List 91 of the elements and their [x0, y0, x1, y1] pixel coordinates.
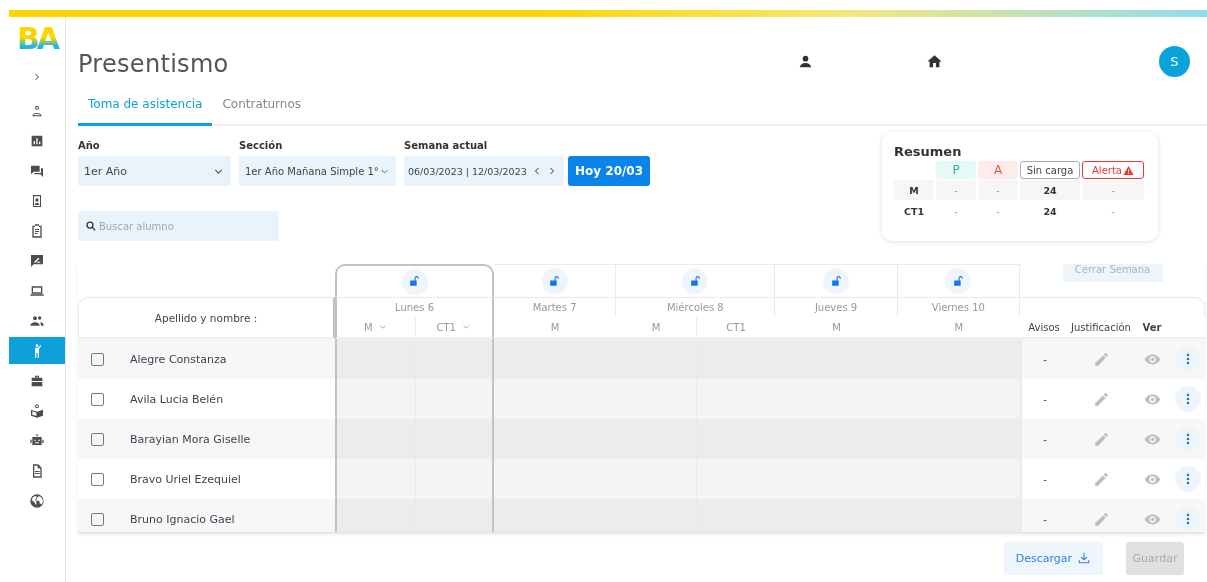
lock-button[interactable]: [823, 268, 849, 294]
clipboard-icon: [29, 222, 45, 239]
summary-row-label: CT1: [902, 204, 926, 219]
edit-icon[interactable]: [1092, 510, 1110, 528]
checkbox[interactable]: [91, 472, 104, 486]
student-name: Barayian Mora Giselle: [130, 432, 251, 446]
alert-badge: Alerta: [1082, 161, 1144, 179]
summary-value: 24: [1042, 204, 1058, 219]
download-icon: [1077, 551, 1091, 565]
summary-value: -: [978, 180, 1018, 200]
feedback-icon: [29, 252, 45, 269]
lock-button[interactable]: [945, 268, 972, 294]
field-label: Sección: [239, 140, 284, 152]
status-badge: P: [936, 161, 976, 179]
day-label: Lunes 6: [335, 297, 494, 317]
user-icon[interactable]: [797, 53, 814, 70]
summary-value: -: [1110, 204, 1116, 219]
attendance-cell[interactable]: [494, 339, 617, 379]
more-options-button[interactable]: [1174, 426, 1201, 452]
attendance-cell[interactable]: [414, 379, 494, 419]
attendance-cell[interactable]: [494, 379, 617, 419]
summary-title: Resumen: [894, 144, 963, 159]
edit-icon[interactable]: [1092, 470, 1110, 488]
summary-row-label: M: [894, 180, 934, 200]
notice-value: -: [1043, 353, 1047, 365]
notice-value: -: [1043, 513, 1047, 525]
unlocked-lock-icon: [829, 274, 843, 288]
student-name: Alegre Constanza: [130, 352, 227, 366]
attendance-cell[interactable]: [335, 419, 415, 459]
checkbox[interactable]: [91, 432, 104, 446]
more-options-button[interactable]: [1174, 506, 1201, 532]
attendance-cell[interactable]: [494, 499, 617, 532]
notice-value: -: [1043, 473, 1047, 485]
unlocked-lock-icon: [408, 275, 421, 288]
day-label: Martes 7: [494, 297, 617, 317]
lock-button[interactable]: [401, 268, 428, 295]
lock-button[interactable]: [541, 268, 568, 294]
attendance-cell[interactable]: [335, 459, 415, 499]
day-label: Miércoles 8: [616, 297, 776, 317]
avatar[interactable]: S: [1159, 46, 1190, 77]
attendance-cell[interactable]: [335, 499, 415, 532]
select-field[interactable]: 1er Año Mañana Simple 1°: [239, 156, 396, 186]
download-button[interactable]: Descargar: [1003, 541, 1103, 575]
day-label: Jueves 9: [775, 297, 898, 317]
checkbox[interactable]: [91, 352, 104, 366]
attendance-cell[interactable]: [414, 419, 494, 459]
tab[interactable]: Toma de asistencia: [78, 92, 213, 126]
more-options-button[interactable]: [1174, 386, 1201, 412]
attendance-cell[interactable]: [335, 379, 415, 419]
today-button[interactable]: Hoy 20/03: [568, 156, 651, 186]
attendance-cell[interactable]: [414, 459, 494, 499]
edit-icon[interactable]: [1092, 430, 1110, 448]
warning-icon: [1122, 164, 1134, 176]
attendance-cell[interactable]: [494, 459, 617, 499]
unlocked-lock-icon: [951, 274, 965, 288]
week-field: 06/03/2023 | 12/03/2023: [404, 156, 528, 186]
summary-value: -: [995, 204, 1001, 219]
page-title: Presentismo: [78, 49, 229, 79]
day-label: Viernes 10: [897, 297, 1020, 317]
summary-value: -: [1082, 180, 1144, 200]
reader-icon: [29, 402, 45, 419]
select-field[interactable]: 1er Año: [78, 156, 231, 186]
field-label: Año: [78, 140, 101, 152]
home-icon[interactable]: [926, 53, 943, 70]
status-badge: A: [978, 161, 1018, 179]
edit-icon[interactable]: [1092, 350, 1110, 368]
attendance-cell[interactable]: [494, 419, 617, 459]
unlocked-lock-icon: [548, 274, 562, 288]
summary-value: -: [936, 180, 976, 200]
student-name: Bravo Uriel Ezequiel: [130, 472, 241, 486]
summary-value: -: [953, 204, 959, 219]
student-name: Bruno Ignacio Gael: [130, 512, 235, 526]
status-badge: Sin carga: [1020, 161, 1080, 179]
summary-value: 24: [1020, 180, 1080, 200]
attendance-cell[interactable]: [414, 499, 494, 532]
notice-value: -: [1043, 393, 1047, 405]
notice-value: -: [1043, 433, 1047, 445]
tab[interactable]: Contraturnos: [212, 92, 312, 119]
globe-icon: [29, 492, 45, 509]
unlocked-lock-icon: [688, 274, 702, 288]
field-label: Semana actual: [404, 140, 489, 152]
search-field[interactable]: Buscar alumno: [78, 211, 279, 241]
attendance-cell[interactable]: [335, 339, 415, 379]
checkbox[interactable]: [91, 392, 104, 406]
checkbox[interactable]: [91, 512, 104, 526]
edit-icon[interactable]: [1092, 390, 1110, 408]
attendance-cell[interactable]: [414, 339, 494, 379]
more-options-button[interactable]: [1174, 466, 1201, 492]
student-name: Avila Lucia Belén: [130, 392, 224, 406]
more-options-button[interactable]: [1174, 346, 1201, 372]
lock-button[interactable]: [682, 268, 709, 294]
